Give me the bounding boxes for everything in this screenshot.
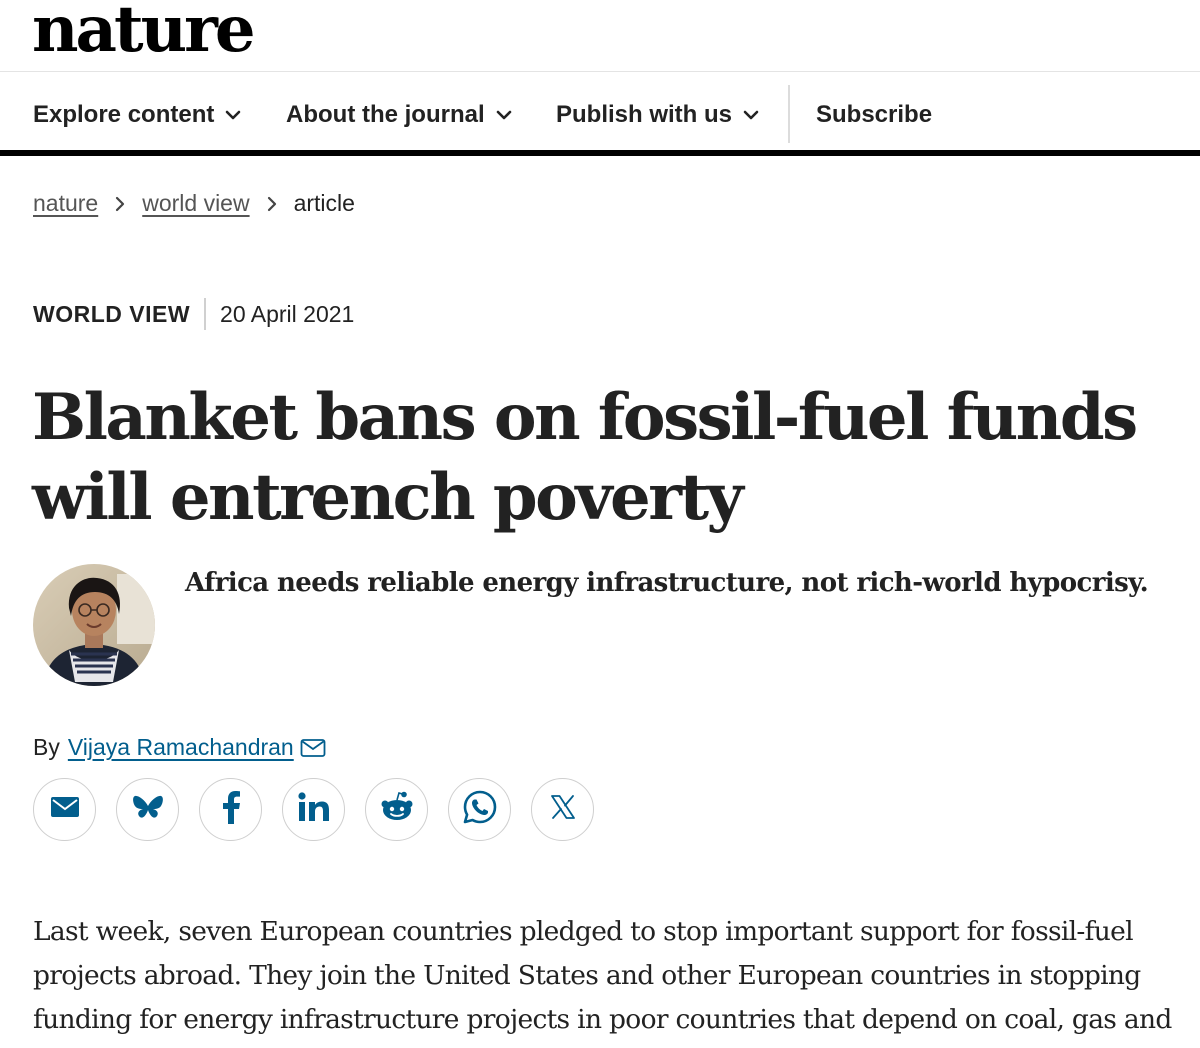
share-linkedin-button[interactable] bbox=[282, 778, 345, 841]
nav-publish-with-us[interactable]: Publish with us bbox=[556, 73, 760, 156]
email-icon bbox=[50, 795, 80, 824]
breadcrumb-link-nature[interactable]: nature bbox=[33, 190, 98, 217]
chevron-down-icon bbox=[495, 106, 513, 124]
chevron-right-icon bbox=[266, 196, 278, 212]
whatsapp-icon bbox=[462, 789, 498, 830]
author-link[interactable]: Vijaya Ramachandran bbox=[68, 734, 294, 761]
mail-icon[interactable] bbox=[300, 738, 326, 758]
site-header: nature bbox=[0, 0, 1200, 72]
nav-label: About the journal bbox=[286, 100, 485, 128]
nav-divider bbox=[788, 85, 790, 143]
body-line: funding for energy infrastructure projec… bbox=[33, 1004, 1172, 1035]
chevron-down-icon bbox=[742, 106, 760, 124]
breadcrumb: nature world view article bbox=[33, 190, 355, 217]
article-type[interactable]: WORLD VIEW bbox=[33, 301, 190, 328]
share-facebook-button[interactable] bbox=[199, 778, 262, 841]
nav-subscribe[interactable]: Subscribe bbox=[816, 73, 932, 156]
byline: By Vijaya Ramachandran bbox=[33, 734, 326, 761]
facebook-icon bbox=[221, 790, 241, 829]
author-avatar bbox=[33, 564, 155, 686]
article-title: Blanket bans on fossil-fuel funds will e… bbox=[32, 380, 1138, 535]
share-whatsapp-button[interactable] bbox=[448, 778, 511, 841]
article-standfirst: Africa needs reliable energy infrastruct… bbox=[185, 568, 1149, 598]
breadcrumb-link-world-view[interactable]: world view bbox=[142, 190, 249, 217]
byline-prefix: By bbox=[33, 734, 60, 760]
nature-logo[interactable]: nature bbox=[32, 0, 256, 66]
share-email-button[interactable] bbox=[33, 778, 96, 841]
reddit-icon bbox=[379, 791, 415, 828]
bluesky-icon bbox=[132, 793, 164, 826]
body-line: Last week, seven European countries pled… bbox=[33, 916, 1134, 947]
article-body: Last week, seven European countries pled… bbox=[33, 910, 1183, 1048]
share-bar bbox=[33, 778, 614, 841]
meta-divider bbox=[204, 298, 207, 330]
chevron-down-icon bbox=[224, 106, 242, 124]
body-line: projects abroad. They join the United St… bbox=[33, 960, 1141, 991]
linkedin-icon bbox=[297, 791, 331, 828]
share-bluesky-button[interactable] bbox=[116, 778, 179, 841]
published-date: 20 April 2021 bbox=[220, 300, 355, 327]
main-nav: Explore content About the journal Publis… bbox=[0, 73, 1200, 156]
share-reddit-button[interactable] bbox=[365, 778, 428, 841]
share-x-button[interactable] bbox=[531, 778, 594, 841]
chevron-right-icon bbox=[114, 196, 126, 212]
article-meta: WORLD VIEW 20 April 2021 bbox=[33, 298, 354, 330]
nav-about-journal[interactable]: About the journal bbox=[286, 73, 513, 156]
breadcrumb-current: article bbox=[293, 190, 355, 216]
nav-explore-content[interactable]: Explore content bbox=[33, 73, 242, 156]
nav-label: Publish with us bbox=[556, 100, 733, 128]
x-icon bbox=[549, 793, 577, 826]
nav-label: Explore content bbox=[33, 100, 215, 128]
